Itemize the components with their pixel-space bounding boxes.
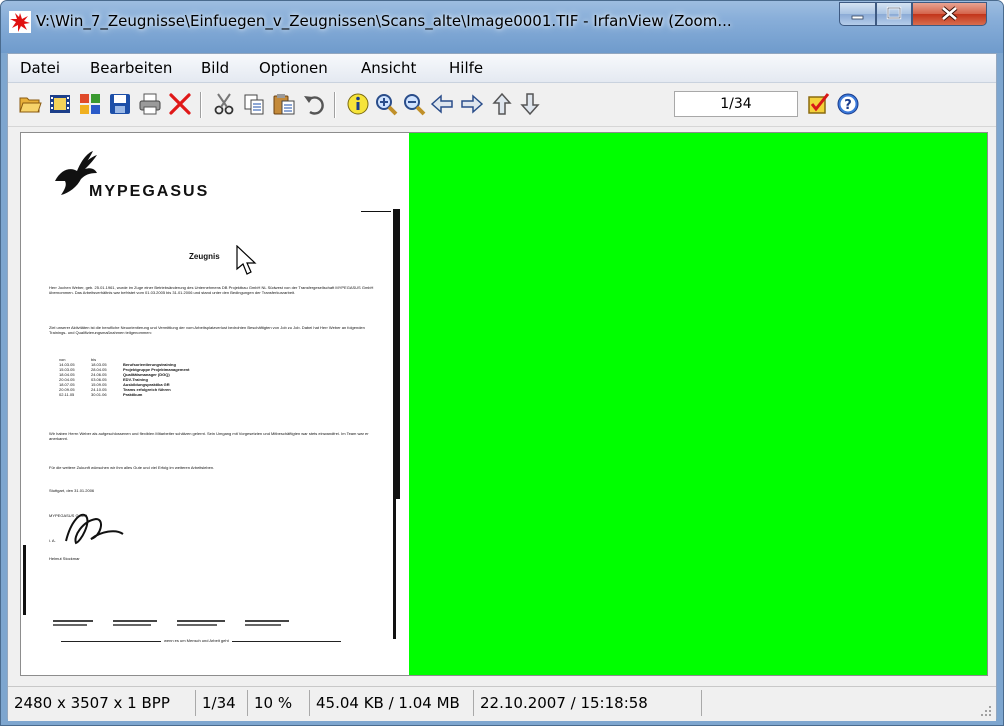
signature-prefix: i. A. bbox=[49, 538, 56, 543]
page-number-field[interactable]: 1/34 bbox=[674, 91, 798, 117]
delete-icon[interactable] bbox=[168, 92, 192, 116]
minimize-button[interactable] bbox=[839, 2, 876, 26]
caption-buttons bbox=[839, 2, 995, 28]
signer-name: Helmut Stockmar bbox=[49, 556, 80, 561]
status-empty-pane bbox=[702, 690, 996, 716]
empty-canvas-area bbox=[409, 133, 987, 675]
maximize-button[interactable] bbox=[876, 2, 912, 26]
document-paragraph: Ziel unserer Aktivitäten ist die berufli… bbox=[49, 325, 365, 335]
toolbar-separator bbox=[200, 92, 202, 118]
status-bar: 2480 x 3507 x 1 BPP 1/34 10 % 45.04 KB /… bbox=[8, 686, 996, 721]
menu-optionen[interactable]: Optionen bbox=[259, 59, 328, 77]
document-heading: Zeugnis bbox=[189, 252, 220, 261]
print-icon[interactable] bbox=[138, 92, 162, 116]
status-filesize: 45.04 KB / 1.04 MB bbox=[310, 690, 474, 716]
toolbar: 1/34 ? bbox=[8, 83, 996, 127]
status-dimensions: 2480 x 3507 x 1 BPP bbox=[8, 690, 196, 716]
save-icon[interactable] bbox=[108, 92, 132, 116]
footer-slogan: wenn es um Mensch und Arbeit geht bbox=[161, 638, 232, 643]
toolbar-separator bbox=[334, 92, 336, 118]
scan-edge-line bbox=[361, 211, 391, 212]
document-paragraph: Wir haben Herrn Weber als aufgeschlossen… bbox=[49, 431, 369, 441]
client-area: Datei Bearbeiten Bild Optionen Ansicht H… bbox=[7, 53, 997, 721]
menu-hilfe[interactable]: Hilfe bbox=[449, 59, 483, 77]
status-zoom: 10 % bbox=[248, 690, 310, 716]
settings-icon[interactable] bbox=[806, 92, 830, 116]
previous-icon[interactable] bbox=[430, 92, 454, 116]
thumbnails-icon[interactable] bbox=[78, 92, 102, 116]
status-page: 1/34 bbox=[196, 690, 248, 716]
title-bar[interactable]: V:\Win_7_Zeugnisse\Einfuegen_v_Zeugnisse… bbox=[1, 1, 1003, 53]
scanned-document: MYPEGASUS Zeugnis Herr Jochen Weber, geb… bbox=[21, 133, 409, 675]
document-paragraph: Für die weitere Zukunft wünschen wir ihm… bbox=[49, 465, 215, 470]
close-icon bbox=[941, 6, 958, 21]
letterhead-footer bbox=[53, 620, 353, 634]
document-paragraph: Herr Jochen Weber, geb. 25.01.1961, wurd… bbox=[49, 285, 374, 295]
table-row: 02.11.05 30.01.06 Praktikum bbox=[59, 392, 143, 397]
place-date: Stuttgart, den 31.01.2006 bbox=[49, 488, 95, 493]
help-icon[interactable]: ? bbox=[836, 92, 860, 116]
signature-image bbox=[65, 513, 124, 545]
image-viewport[interactable]: MYPEGASUS Zeugnis Herr Jochen Weber, geb… bbox=[20, 132, 988, 676]
status-datetime: 22.10.2007 / 15:18:58 bbox=[474, 690, 702, 716]
svg-text:?: ? bbox=[844, 98, 852, 113]
first-page-icon[interactable] bbox=[490, 92, 514, 116]
next-icon[interactable] bbox=[460, 92, 484, 116]
slideshow-icon[interactable] bbox=[48, 92, 72, 116]
paste-icon[interactable] bbox=[272, 92, 296, 116]
cut-icon[interactable] bbox=[212, 92, 236, 116]
info-icon[interactable] bbox=[346, 92, 370, 116]
resize-grip-icon[interactable] bbox=[980, 705, 992, 717]
menu-ansicht[interactable]: Ansicht bbox=[361, 59, 416, 77]
copy-icon[interactable] bbox=[242, 92, 266, 116]
open-folder-icon[interactable] bbox=[18, 92, 42, 116]
document-table: von bis 14.03.05 18.03.05 Berufsorientierun… bbox=[59, 357, 279, 397]
irfanview-window: V:\Win_7_Zeugnisse\Einfuegen_v_Zeugnisse… bbox=[0, 0, 1004, 726]
minimize-icon bbox=[851, 15, 864, 20]
company-logo-text: MYPEGASUS bbox=[89, 183, 210, 200]
undo-icon[interactable] bbox=[302, 92, 326, 116]
menu-datei[interactable]: Datei bbox=[20, 59, 60, 77]
close-button[interactable] bbox=[912, 2, 987, 26]
zoom-in-icon[interactable] bbox=[374, 92, 398, 116]
scan-edge-bar bbox=[393, 209, 400, 499]
last-page-icon[interactable] bbox=[518, 92, 542, 116]
maximize-icon bbox=[886, 6, 902, 20]
scan-edge-bar bbox=[393, 499, 396, 639]
menu-bild[interactable]: Bild bbox=[201, 59, 229, 77]
zoom-out-icon[interactable] bbox=[402, 92, 426, 116]
irfanview-icon bbox=[9, 11, 31, 33]
mouse-cursor-icon bbox=[236, 245, 257, 275]
scan-edge-bar bbox=[23, 545, 26, 615]
menu-bearbeiten[interactable]: Bearbeiten bbox=[90, 59, 172, 77]
window-title: V:\Win_7_Zeugnisse\Einfuegen_v_Zeugnisse… bbox=[36, 12, 732, 30]
menu-bar: Datei Bearbeiten Bild Optionen Ansicht H… bbox=[8, 54, 996, 83]
